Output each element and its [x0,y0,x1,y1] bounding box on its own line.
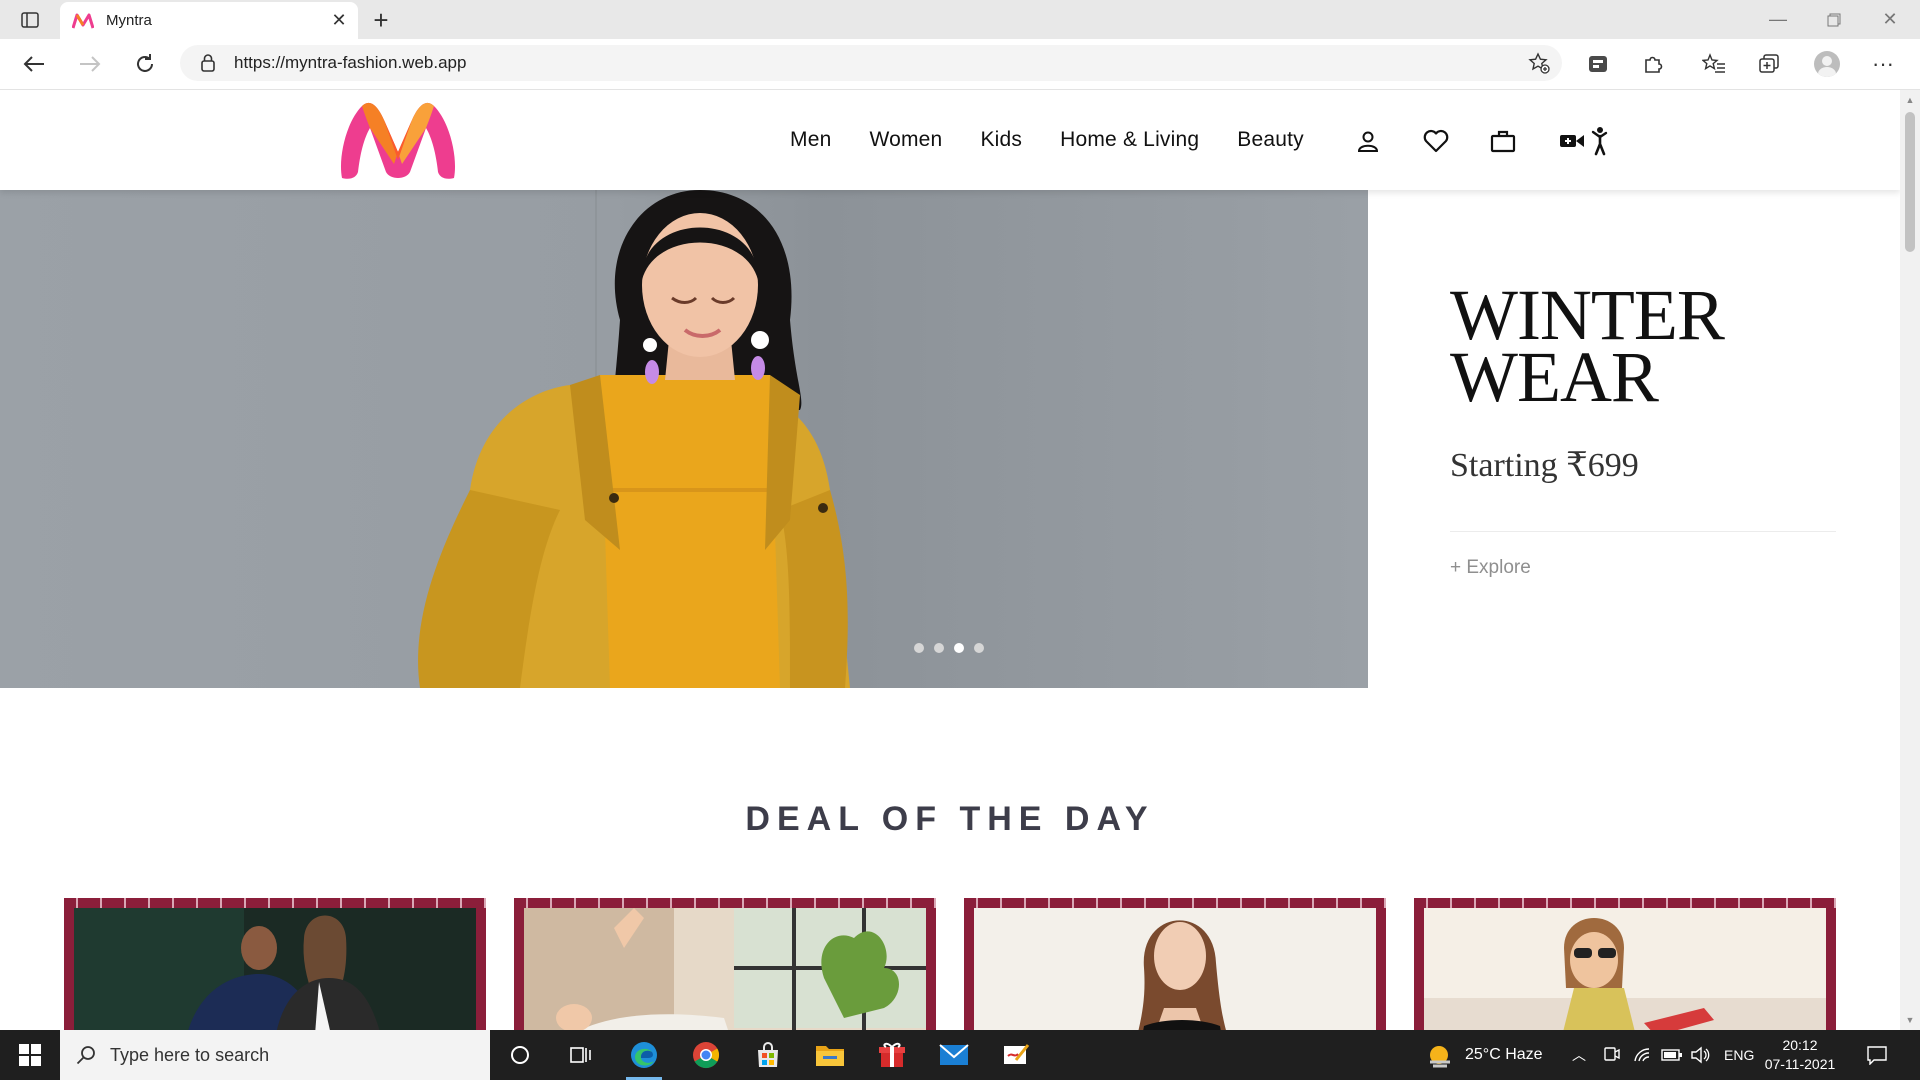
deal-card-image [974,908,1376,1030]
deal-card[interactable] [64,898,486,1030]
meet-now-icon[interactable] [1603,1030,1621,1080]
weather-text[interactable]: 25°C Haze [1465,1030,1543,1080]
address-bar[interactable]: https://myntra-fashion.web.app [180,45,1562,81]
scrollbar-thumb[interactable] [1905,112,1915,252]
extensions-puzzle-icon[interactable] [1636,47,1670,81]
store-icon[interactable] [742,1030,794,1080]
weather-icon[interactable] [1426,1042,1454,1073]
myntra-logo[interactable] [336,98,460,182]
deal-of-the-day-heading: DEAL OF THE DAY [745,800,1155,838]
nav-kids[interactable]: Kids [980,128,1022,152]
language-indicator[interactable]: ENG [1724,1030,1754,1080]
taskbar-clock[interactable]: 20:12 07-11-2021 [1760,1036,1840,1074]
nav-women[interactable]: Women [869,128,942,152]
site-header: Men Women Kids Home & Living Beauty [0,90,1900,190]
deal-card-image [524,908,926,1030]
hero-banner: WINTER WEAR Starting ₹699 + Explore [0,190,1900,688]
deal-card-image [74,908,476,1030]
hero-title-line2: WEAR [1450,337,1659,417]
favorites-icon[interactable] [1697,47,1731,81]
deal-card[interactable] [514,898,936,1030]
wishlist-heart-icon[interactable] [1419,124,1453,158]
chrome-icon[interactable] [680,1030,732,1080]
page-viewport: Men Women Kids Home & Living Beauty WINT… [0,90,1900,1030]
carousel-dot-2[interactable] [934,643,944,653]
windows-taskbar: Type here to search 25°C Haze ︿ ENG 20:1… [0,1030,1920,1080]
restore-icon[interactable] [1806,0,1862,39]
hero-image[interactable] [0,190,1368,688]
scroll-up-icon[interactable]: ▲ [1904,94,1916,106]
scroll-down-icon[interactable]: ▼ [1904,1014,1916,1026]
clock-time: 20:12 [1782,1037,1818,1053]
deal-card-image [1424,908,1826,1030]
windows-start-icon[interactable] [0,1030,60,1080]
hero-info-panel: WINTER WEAR Starting ₹699 + Explore [1368,190,1900,688]
add-favorite-icon[interactable] [1522,46,1556,80]
hero-divider [1450,531,1836,532]
deal-card[interactable] [1414,898,1836,1030]
bag-icon[interactable] [1486,124,1520,158]
collections-icon[interactable] [1752,47,1786,81]
tab-title: Myntra [106,12,152,29]
tab-actions-icon[interactable] [12,6,48,34]
mail-icon[interactable] [928,1030,980,1080]
hero-title: WINTER WEAR [1450,279,1810,417]
cortana-icon[interactable] [494,1030,546,1080]
file-explorer-icon[interactable] [804,1030,856,1080]
notifications-icon[interactable] [1866,1030,1888,1080]
more-menu-icon[interactable]: ··· [1866,47,1900,81]
carousel-dot-3[interactable] [954,643,964,653]
tab-close-icon[interactable]: ✕ [324,6,354,36]
url-text[interactable]: https://myntra-fashion.web.app [234,53,1522,73]
search-icon [76,1045,96,1065]
profile-avatar[interactable] [1810,47,1844,81]
browser-tab-bar: Myntra ✕ + — ✕ [0,0,1920,39]
profile-icon [1814,51,1840,77]
taskbar-search-placeholder: Type here to search [110,1044,270,1065]
deal-card-border [964,898,1386,908]
myntra-favicon-icon [72,13,94,28]
accessibility-person-icon[interactable] [1583,124,1617,158]
forward-icon[interactable] [72,46,108,82]
nav-home-living[interactable]: Home & Living [1060,128,1199,152]
nav-men[interactable]: Men [790,128,831,152]
whiteboard-app-icon[interactable] [990,1030,1042,1080]
page-scrollbar[interactable]: ▲ ▼ [1900,90,1920,1030]
address-bar-row: https://myntra-fashion.web.app ··· [0,39,1920,90]
browser-tab-myntra[interactable]: Myntra ✕ [60,2,358,39]
carousel-dot-4[interactable] [974,643,984,653]
deal-card-border [514,898,936,908]
task-view-icon[interactable] [555,1030,607,1080]
deal-card[interactable] [964,898,1386,1030]
profile-user-icon[interactable] [1351,124,1385,158]
volume-icon[interactable] [1690,1030,1710,1080]
carousel-dots [914,643,994,653]
battery-icon[interactable] [1661,1030,1683,1080]
wifi-icon[interactable] [1633,1030,1651,1080]
hero-subtitle: Starting ₹699 [1450,447,1639,484]
explore-link[interactable]: + Explore [1450,557,1531,579]
gift-app-icon[interactable] [866,1030,918,1080]
deal-card-border [64,898,486,908]
minimize-icon[interactable]: — [1750,0,1806,39]
edge-browser-icon[interactable] [618,1030,670,1080]
nav-beauty[interactable]: Beauty [1237,128,1304,152]
back-icon[interactable] [16,46,52,82]
taskbar-search-box[interactable]: Type here to search [60,1030,490,1080]
close-window-icon[interactable]: ✕ [1862,0,1918,39]
clock-date: 07-11-2021 [1764,1056,1836,1072]
refresh-icon[interactable] [127,46,163,82]
model-illustration [418,190,850,688]
new-tab-icon[interactable]: + [366,5,396,35]
show-hidden-icons-icon[interactable]: ︿ [1572,1030,1586,1080]
deal-card-border [1414,898,1836,908]
extension-app-icon[interactable] [1581,47,1615,81]
main-nav: Men Women Kids Home & Living Beauty [790,90,1342,190]
lock-icon[interactable] [198,53,218,73]
carousel-dot-1[interactable] [914,643,924,653]
